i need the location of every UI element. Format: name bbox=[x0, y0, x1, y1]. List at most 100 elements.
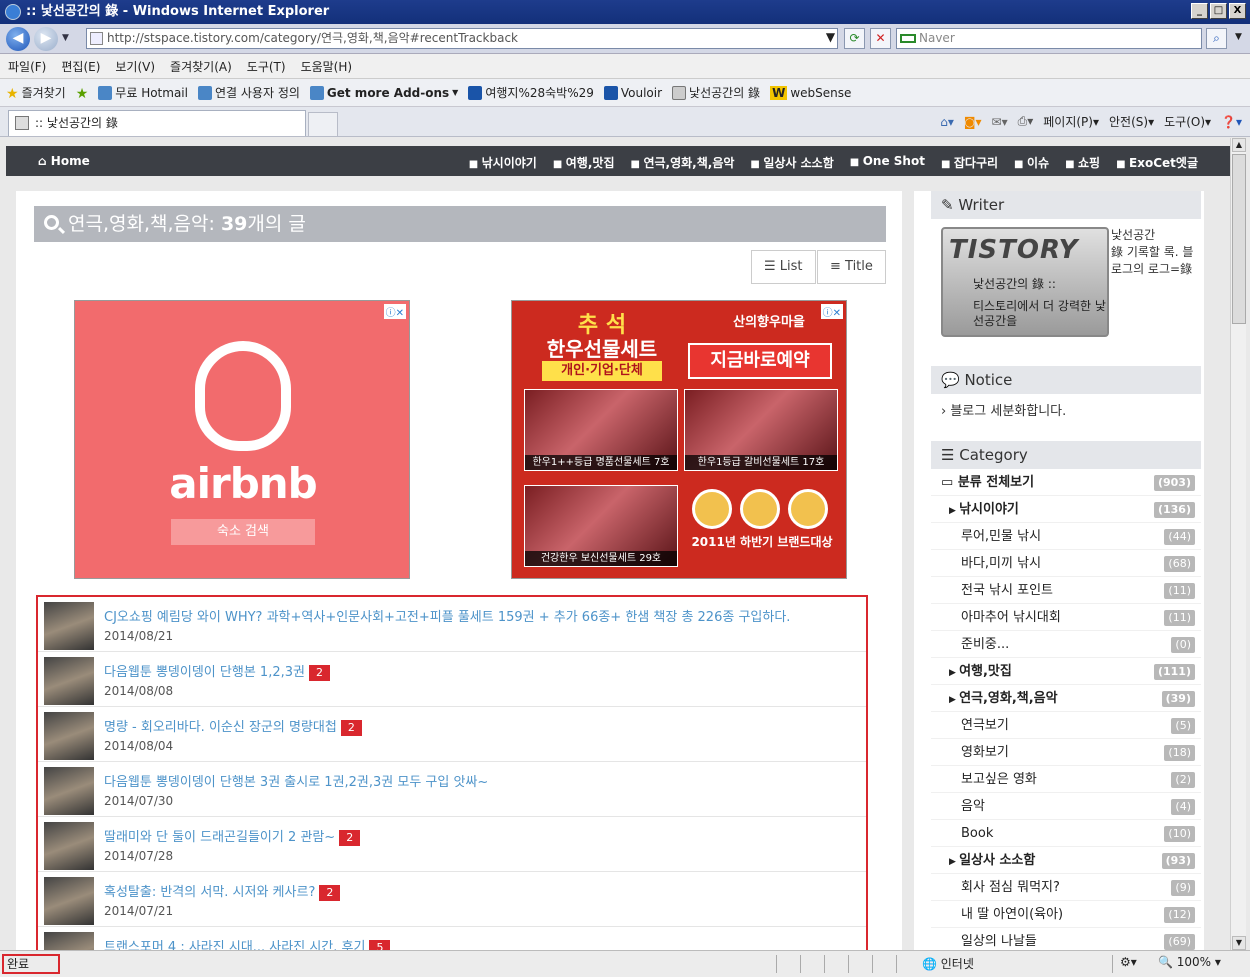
post-title-line[interactable]: 딸래미와 단 둘이 드래곤길들이기 2 관람~ 2 bbox=[104, 826, 361, 846]
mail-icon[interactable]: ✉▾ bbox=[992, 115, 1008, 129]
category-item[interactable]: ▶ 여행,맛집 (111) bbox=[931, 658, 1201, 685]
recent-pages-dropdown-icon[interactable]: ▼ bbox=[62, 33, 69, 43]
scroll-down-icon[interactable]: ▼ bbox=[1232, 936, 1246, 950]
menu-help[interactable]: 도움말(H) bbox=[301, 58, 353, 75]
post-title-line[interactable]: 혹성탈출: 반격의 서막. 시저와 케사르? 2 bbox=[104, 881, 341, 901]
nav-item-misc[interactable]: 잡다구리 bbox=[941, 154, 998, 171]
post-title[interactable]: 혹성탈출: 반격의 서막. 시저와 케사르? bbox=[104, 885, 315, 900]
home-icon[interactable]: ⌂▾ bbox=[940, 115, 954, 129]
post-title[interactable]: 다음웹툰 뽕뎅이뎅이 단행본 3권 출시로 1권,2권,3권 모두 구입 앗싸~ bbox=[104, 775, 488, 790]
post-title-line[interactable]: CJ오쇼핑 예림당 와이 WHY? 과학+역사+인문사회+고전+피플 풀세트 1… bbox=[104, 606, 790, 625]
print-icon[interactable]: ⎙▾ bbox=[1018, 114, 1034, 129]
post-title-line[interactable]: 다음웹툰 뽕뎅이뎅이 단행본 1,2,3권 2 bbox=[104, 661, 330, 681]
nav-item-culture[interactable]: 연극,영화,책,음악 bbox=[631, 154, 734, 171]
post-title-line[interactable]: 트랜스포머 4 : 사라진 시대... 사라진 시간. 후기 5 bbox=[104, 936, 391, 950]
post-thumbnail[interactable] bbox=[44, 657, 94, 705]
nav-item-shopping[interactable]: 쇼핑 bbox=[1065, 154, 1100, 171]
tools-menu[interactable]: 도구(O)▾ bbox=[1164, 113, 1211, 130]
security-zone[interactable]: 🌐 인터넷 bbox=[922, 955, 974, 972]
category-item[interactable]: 전국 낚시 포인트 (11) bbox=[931, 577, 1201, 604]
post-thumbnail[interactable] bbox=[44, 602, 94, 650]
fav-item-travel[interactable]: 여행지%28숙박%29 bbox=[468, 84, 594, 101]
category-item[interactable]: 보고싶은 영화 (2) bbox=[931, 766, 1201, 793]
fav-item-blog[interactable]: 낯선공간의 錄 bbox=[672, 84, 760, 101]
zoom-level[interactable]: 🔍 100% ▾ bbox=[1158, 955, 1221, 969]
search-input[interactable]: Naver bbox=[896, 28, 1202, 49]
search-button[interactable]: ⌕ bbox=[1206, 28, 1227, 49]
search-options-icon[interactable]: ▼ bbox=[1228, 28, 1249, 49]
safety-menu[interactable]: 안전(S)▾ bbox=[1109, 113, 1154, 130]
nav-home[interactable]: ⌂ Home bbox=[38, 154, 90, 168]
vertical-scrollbar[interactable]: ▲ ▼ bbox=[1230, 138, 1246, 950]
category-item[interactable]: ▶ 연극,영화,책,음악 (39) bbox=[931, 685, 1201, 712]
post-title[interactable]: 딸래미와 단 둘이 드래곤길들이기 2 관람~ bbox=[104, 830, 335, 845]
back-button[interactable]: ◀ bbox=[6, 27, 30, 51]
nav-item-exocet[interactable]: ExoCet엣글 bbox=[1116, 154, 1198, 171]
category-item[interactable]: Book (10) bbox=[931, 820, 1201, 847]
ad-search-button[interactable]: 숙소 검색 bbox=[171, 519, 315, 545]
view-list-button[interactable]: ☰ List bbox=[751, 250, 816, 284]
ad-hanwoo[interactable]: ⓘ✕ 추 석 한우선물세트 개인·기업·단체 산의향우마을 지금바로예약 한우1… bbox=[511, 300, 847, 579]
post-title-line[interactable]: 다음웹툰 뽕뎅이뎅이 단행본 3권 출시로 1권,2권,3권 모두 구입 앗싸~ bbox=[104, 771, 488, 790]
category-item[interactable]: 연극보기 (5) bbox=[931, 712, 1201, 739]
category-item[interactable]: 준비중... (0) bbox=[931, 631, 1201, 658]
tab-current[interactable]: :: 낯선공간의 錄 bbox=[8, 110, 306, 136]
category-item[interactable]: 아마추어 낚시대회 (11) bbox=[931, 604, 1201, 631]
post-thumbnail[interactable] bbox=[44, 712, 94, 760]
forward-button[interactable]: ▶ bbox=[34, 27, 58, 51]
nav-item-travel[interactable]: 여행,맛집 bbox=[553, 154, 615, 171]
category-item[interactable]: 영화보기 (18) bbox=[931, 739, 1201, 766]
scroll-thumb[interactable] bbox=[1232, 154, 1246, 324]
help-icon[interactable]: ❓▾ bbox=[1221, 115, 1242, 129]
minimize-button[interactable]: _ bbox=[1191, 3, 1208, 19]
post-title-line[interactable]: 명량 - 회오리바다. 이순신 장군의 명량대첩 2 bbox=[104, 716, 362, 736]
post-thumbnail[interactable] bbox=[44, 877, 94, 925]
category-item[interactable]: 음악 (4) bbox=[931, 793, 1201, 820]
add-favorite-button[interactable]: ★ bbox=[76, 86, 89, 102]
nav-item-daily[interactable]: 일상사 소소함 bbox=[750, 154, 833, 171]
menu-view[interactable]: 보기(V) bbox=[115, 58, 155, 75]
category-item[interactable]: 바다,미끼 낚시 (68) bbox=[931, 550, 1201, 577]
stop-button[interactable]: ✕ bbox=[870, 28, 891, 49]
fav-item-addons[interactable]: Get more Add-ons ▼ bbox=[309, 85, 458, 100]
post-thumbnail[interactable] bbox=[44, 932, 94, 950]
ad-reserve-button[interactable]: 지금바로예약 bbox=[688, 343, 832, 379]
address-dropdown-icon[interactable]: ▼ bbox=[820, 28, 841, 49]
fav-item-links[interactable]: 연결 사용자 정의 bbox=[197, 84, 300, 101]
favorites-button[interactable]: ★ 즐겨찾기 bbox=[6, 84, 66, 102]
refresh-button[interactable]: ⟳ bbox=[844, 28, 865, 49]
nav-item-oneshot[interactable]: One Shot bbox=[850, 154, 925, 171]
category-item[interactable]: 내 딸 아연이(육아) (12) bbox=[931, 901, 1201, 928]
menu-edit[interactable]: 편집(E) bbox=[61, 58, 100, 75]
post-title[interactable]: 명량 - 회오리바다. 이순신 장군의 명량대첩 bbox=[104, 720, 337, 735]
post-item[interactable]: 딸래미와 단 둘이 드래곤길들이기 2 관람~ 2 2014/07/28 bbox=[38, 817, 866, 872]
page-menu[interactable]: 페이지(P)▾ bbox=[1043, 113, 1099, 130]
fav-item-websense[interactable]: WwebSense bbox=[770, 85, 851, 100]
post-title[interactable]: 트랜스포머 4 : 사라진 시대... 사라진 시간. 후기 bbox=[104, 940, 365, 950]
adchoices-icon[interactable]: ⓘ✕ bbox=[383, 304, 406, 319]
new-tab-button[interactable] bbox=[308, 112, 338, 136]
post-item[interactable]: 다음웹툰 뽕뎅이뎅이 단행본 3권 출시로 1권,2권,3권 모두 구입 앗싸~… bbox=[38, 762, 866, 817]
post-title[interactable]: CJ오쇼핑 예림당 와이 WHY? 과학+역사+인문사회+고전+피플 풀세트 1… bbox=[104, 610, 790, 625]
category-item[interactable]: 일상의 나날들 (69) bbox=[931, 928, 1201, 950]
post-thumbnail[interactable] bbox=[44, 822, 94, 870]
category-item[interactable]: ▶ 일상사 소소함 (93) bbox=[931, 847, 1201, 874]
menu-tools[interactable]: 도구(T) bbox=[247, 58, 286, 75]
close-button[interactable]: X bbox=[1229, 3, 1246, 19]
menu-file[interactable]: 파일(F) bbox=[8, 58, 46, 75]
post-thumbnail[interactable] bbox=[44, 767, 94, 815]
fav-item-vouloir[interactable]: Vouloir bbox=[603, 85, 662, 100]
category-item[interactable]: 회사 점심 뭐먹지? (9) bbox=[931, 874, 1201, 901]
notice-item[interactable]: › 블로그 세분화합니다. bbox=[931, 394, 1201, 425]
post-item[interactable]: 트랜스포머 4 : 사라진 시대... 사라진 시간. 후기 5 bbox=[38, 927, 866, 950]
nav-item-fishing[interactable]: 낚시이야기 bbox=[469, 154, 537, 171]
category-item[interactable]: ▶ 낚시이야기 (136) bbox=[931, 496, 1201, 523]
scroll-up-icon[interactable]: ▲ bbox=[1232, 138, 1246, 152]
address-input[interactable]: http://stspace.tistory.com/category/연극,영… bbox=[86, 28, 838, 49]
maximize-button[interactable]: □ bbox=[1210, 3, 1227, 19]
ad-airbnb[interactable]: ⓘ✕ airbnb 숙소 검색 bbox=[74, 300, 410, 579]
post-item[interactable]: 명량 - 회오리바다. 이순신 장군의 명량대첩 2 2014/08/04 bbox=[38, 707, 866, 762]
post-item[interactable]: 혹성탈출: 반격의 서막. 시저와 케사르? 2 2014/07/21 bbox=[38, 872, 866, 927]
category-item[interactable]: ▭ 분류 전체보기 (903) bbox=[931, 469, 1201, 496]
fav-item-hotmail[interactable]: 무료 Hotmail bbox=[98, 84, 188, 101]
